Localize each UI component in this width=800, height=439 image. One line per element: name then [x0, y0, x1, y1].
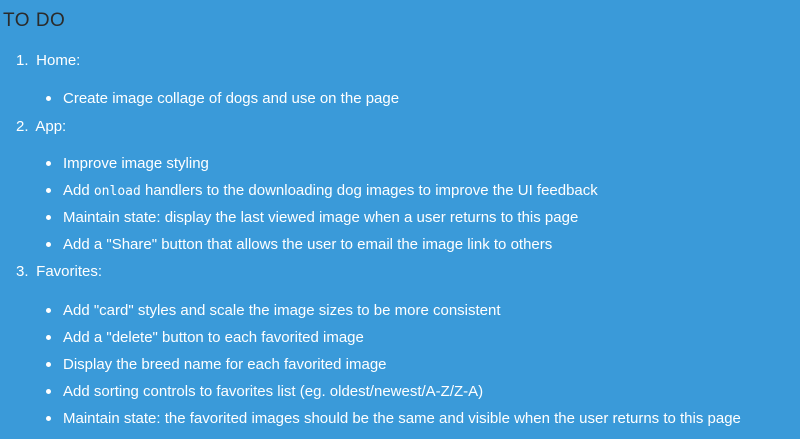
section-heading: 3. Favorites: — [16, 263, 102, 281]
inline-code: onload — [93, 184, 141, 199]
section-number: 1. — [16, 52, 29, 69]
bullet-icon — [46, 307, 51, 313]
list-item-text: Add a "Share" button that allows the use… — [63, 236, 553, 253]
section-number: 3. — [16, 263, 29, 280]
list-item-text: Add "card" styles and scale the image si… — [63, 302, 501, 319]
list-item: Maintain state: display the last viewed … — [46, 209, 578, 227]
list-item-text: Improve image styling — [63, 155, 209, 172]
section-heading: 1. Home: — [16, 52, 80, 70]
list-item: Improve image styling — [46, 155, 209, 173]
bullet-icon — [46, 388, 51, 394]
bullet-icon — [46, 361, 51, 367]
list-item-text-before: Add — [63, 182, 94, 199]
section-label: Home: — [36, 52, 81, 69]
list-item: Create image collage of dogs and use on … — [46, 90, 399, 108]
list-item: Display the breed name for each favorite… — [46, 356, 387, 374]
section-number: 2. — [16, 118, 29, 135]
bullet-icon — [46, 214, 51, 220]
list-item: Add "card" styles and scale the image si… — [46, 302, 501, 320]
section-heading: 2. App: — [16, 118, 66, 136]
list-item-text: Maintain state: display the last viewed … — [63, 209, 579, 226]
bullet-icon — [46, 415, 51, 421]
list-item-text: Add sorting controls to favorites list (… — [63, 383, 484, 400]
bullet-icon — [46, 187, 51, 193]
list-item-text-after: handlers to the downloading dog images t… — [140, 182, 598, 199]
section-label: Favorites: — [36, 263, 103, 280]
todo-page: TO DO 1. Home: Create image collage of d… — [0, 0, 800, 439]
section-label: App: — [35, 118, 67, 135]
list-item-text: Display the breed name for each favorite… — [63, 356, 387, 373]
list-item: Add a "Share" button that allows the use… — [46, 236, 552, 254]
list-item: Add a "delete" button to each favorited … — [46, 329, 364, 347]
bullet-icon — [46, 95, 51, 101]
list-item: Add sorting controls to favorites list (… — [46, 383, 483, 401]
bullet-icon — [46, 334, 51, 340]
list-item-text: Create image collage of dogs and use on … — [63, 90, 400, 107]
bullet-icon — [46, 160, 51, 166]
list-item: Maintain state: the favorited images sho… — [46, 410, 741, 428]
bullet-icon — [46, 241, 51, 247]
page-title: TO DO — [3, 10, 66, 31]
list-item-text: Maintain state: the favorited images sho… — [63, 410, 741, 427]
list-item-text: Add a "delete" button to each favorited … — [63, 329, 364, 346]
list-item: Add onload handlers to the downloading d… — [46, 182, 598, 201]
